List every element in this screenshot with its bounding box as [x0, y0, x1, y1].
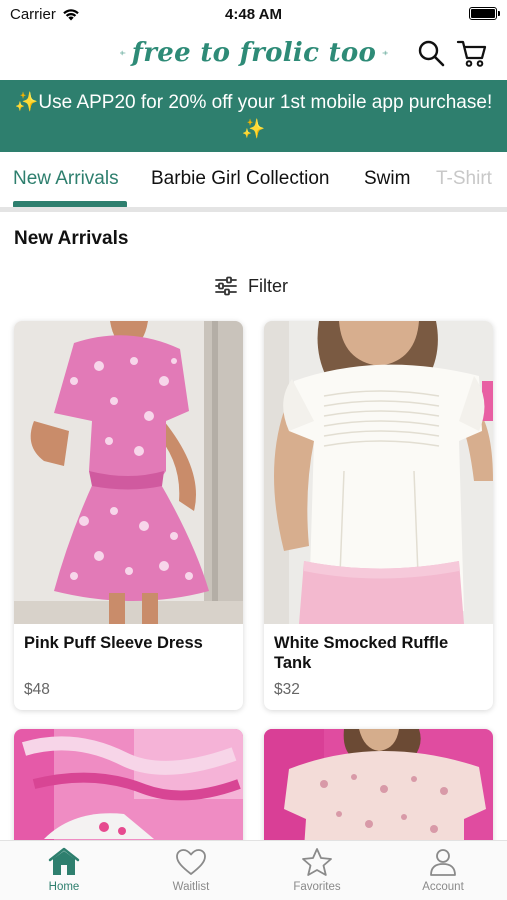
search-icon [418, 40, 445, 67]
home-icon [48, 847, 80, 875]
bottom-tab-bar: Home Waitlist Favorites Account [0, 840, 507, 900]
logo-text: free to frolic too [131, 38, 377, 68]
heart-icon [176, 849, 206, 875]
product-card[interactable]: White Smocked Ruffle Tank $32 [264, 321, 493, 710]
brand-logo[interactable]: free to frolic too [120, 32, 388, 74]
cart-button[interactable] [456, 38, 487, 68]
product-card[interactable]: Pink Puff Sleeve Dress $48 [14, 321, 243, 710]
tab-account[interactable]: Account [398, 847, 488, 893]
tab-barbie-girl-collection[interactable]: Barbie Girl Collection [151, 168, 329, 190]
person-icon [430, 849, 456, 876]
product-card[interactable] [14, 729, 243, 849]
cart-icon [456, 40, 487, 67]
tab-waitlist[interactable]: Waitlist [146, 847, 236, 893]
status-bar: Carrier 4:48 AM [0, 0, 507, 28]
product-price: $32 [274, 681, 300, 698]
tab-label: Waitlist [172, 881, 210, 893]
tab-label: Account [422, 881, 464, 893]
product-card[interactable] [264, 729, 493, 849]
section-title: New Arrivals [14, 228, 129, 249]
battery-icon [469, 7, 500, 20]
product-image[interactable] [14, 321, 243, 624]
tab-new-arrivals[interactable]: New Arrivals [13, 168, 119, 190]
status-time: 4:48 AM [225, 6, 282, 23]
product-image[interactable] [264, 729, 493, 849]
tab-label: Favorites [293, 881, 341, 893]
product-name: Pink Puff Sleeve Dress [24, 634, 203, 652]
sliders-icon [215, 276, 237, 296]
divider [0, 207, 507, 212]
promo-text: ✨Use APP20 for 20% off your 1st mobile a… [14, 92, 493, 113]
tab-t-shirt[interactable]: T-Shirt [436, 168, 492, 190]
category-tabs: New Arrivals Barbie Girl Collection Swim… [0, 152, 507, 208]
star-icon [302, 848, 332, 876]
tab-swim[interactable]: Swim [364, 168, 410, 190]
filter-label: Filter [248, 275, 288, 296]
flower-icon [120, 50, 126, 56]
promo-sparkle: ✨ [241, 119, 266, 140]
filter-button[interactable]: Filter [214, 272, 288, 300]
app-header: free to frolic too [0, 28, 507, 80]
product-image[interactable] [14, 729, 243, 849]
product-price: $48 [24, 681, 50, 698]
product-image[interactable] [264, 321, 493, 624]
flower-icon [382, 50, 388, 56]
tab-favorites[interactable]: Favorites [272, 847, 362, 893]
tab-label: Home [48, 881, 80, 893]
product-name: White Smocked Ruffle Tank [274, 634, 449, 672]
tab-home[interactable]: Home [19, 847, 109, 893]
search-button[interactable] [416, 38, 446, 68]
promo-banner[interactable]: ✨Use APP20 for 20% off your 1st mobile a… [0, 80, 507, 152]
